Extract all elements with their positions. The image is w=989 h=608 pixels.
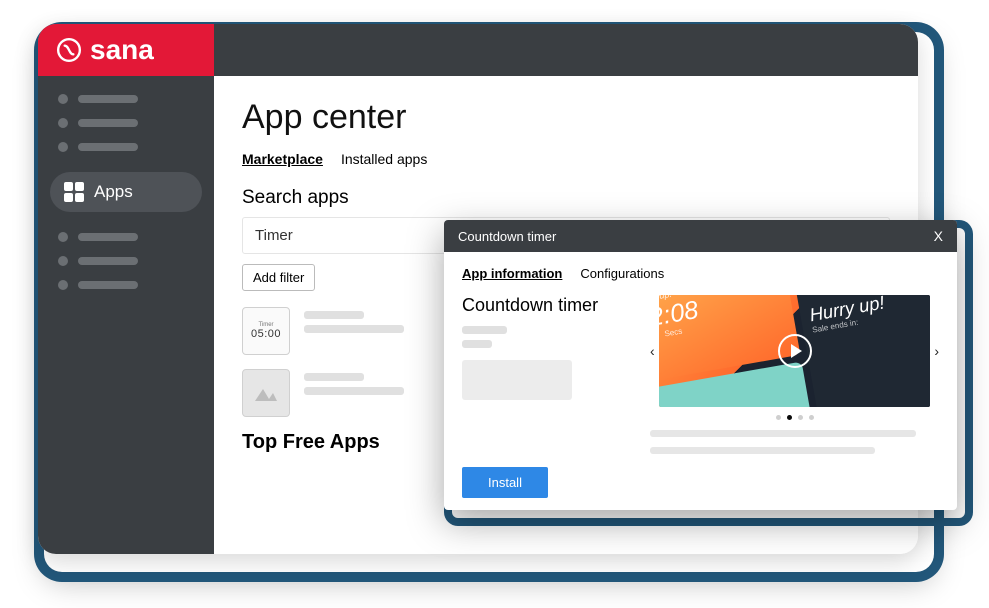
- tab-app-information[interactable]: App information: [462, 266, 562, 281]
- topbar: sana: [38, 24, 918, 76]
- app-thumb-image: [242, 369, 290, 417]
- carousel-dots: [650, 415, 939, 420]
- nav-item-placeholder[interactable]: [50, 118, 202, 128]
- modal-tabs: App information Configurations: [462, 266, 939, 281]
- sidebar: Apps: [38, 76, 214, 554]
- tab-marketplace[interactable]: Marketplace: [242, 151, 323, 167]
- add-filter-button[interactable]: Add filter: [242, 264, 315, 291]
- mountains-icon: [253, 383, 279, 403]
- brand-name: sana: [90, 34, 154, 66]
- dot[interactable]: [798, 415, 803, 420]
- page-tabs: Marketplace Installed apps: [242, 151, 890, 167]
- brand-icon: [56, 37, 82, 63]
- dot[interactable]: [776, 415, 781, 420]
- carousel-prev-icon[interactable]: ‹: [650, 343, 655, 359]
- modal-heading: Countdown timer: [462, 295, 632, 316]
- tab-configurations[interactable]: Configurations: [580, 266, 664, 281]
- app-card-info: [304, 307, 404, 333]
- nav-item-placeholder[interactable]: [50, 142, 202, 152]
- modal-title: Countdown timer: [458, 229, 556, 244]
- modal-right-column: ‹ up! :22:08 Mins Secs: [650, 295, 939, 498]
- close-icon[interactable]: X: [934, 228, 943, 244]
- thumb-digits: 05:00: [251, 328, 281, 340]
- dot-active[interactable]: [787, 415, 792, 420]
- search-label: Search apps: [242, 187, 890, 209]
- carousel-next-icon[interactable]: ›: [934, 343, 939, 359]
- modal-header: Countdown timer X: [444, 220, 957, 252]
- app-detail-modal: Countdown timer X App information Config…: [444, 220, 957, 510]
- nav-item-placeholder[interactable]: [50, 94, 202, 104]
- nav-item-placeholder[interactable]: [50, 280, 202, 290]
- dot[interactable]: [809, 415, 814, 420]
- brand-logo: sana: [38, 24, 214, 76]
- modal-left-column: Countdown timer Install: [462, 295, 632, 498]
- preview-tile-dark: Days Hurry up! Sale ends in: :12:48: [793, 295, 930, 407]
- apps-icon: [64, 182, 84, 202]
- page-title: App center: [242, 98, 890, 137]
- description-placeholder: [650, 430, 916, 437]
- nav-item-label: Apps: [94, 182, 133, 202]
- carousel-preview[interactable]: up! :22:08 Mins Secs Days Hurry up!: [659, 295, 931, 407]
- label-secs: Secs: [664, 328, 683, 339]
- app-card-info: [304, 369, 404, 395]
- nav-item-placeholder[interactable]: [50, 232, 202, 242]
- nav-item-placeholder[interactable]: [50, 256, 202, 266]
- modal-install-button[interactable]: Install: [462, 467, 548, 498]
- app-thumb-timer: Timer 05:00: [242, 307, 290, 355]
- tab-installed-apps[interactable]: Installed apps: [341, 151, 427, 167]
- description-placeholder: [650, 447, 875, 454]
- nav-item-apps[interactable]: Apps: [50, 172, 202, 212]
- play-icon[interactable]: [778, 334, 812, 368]
